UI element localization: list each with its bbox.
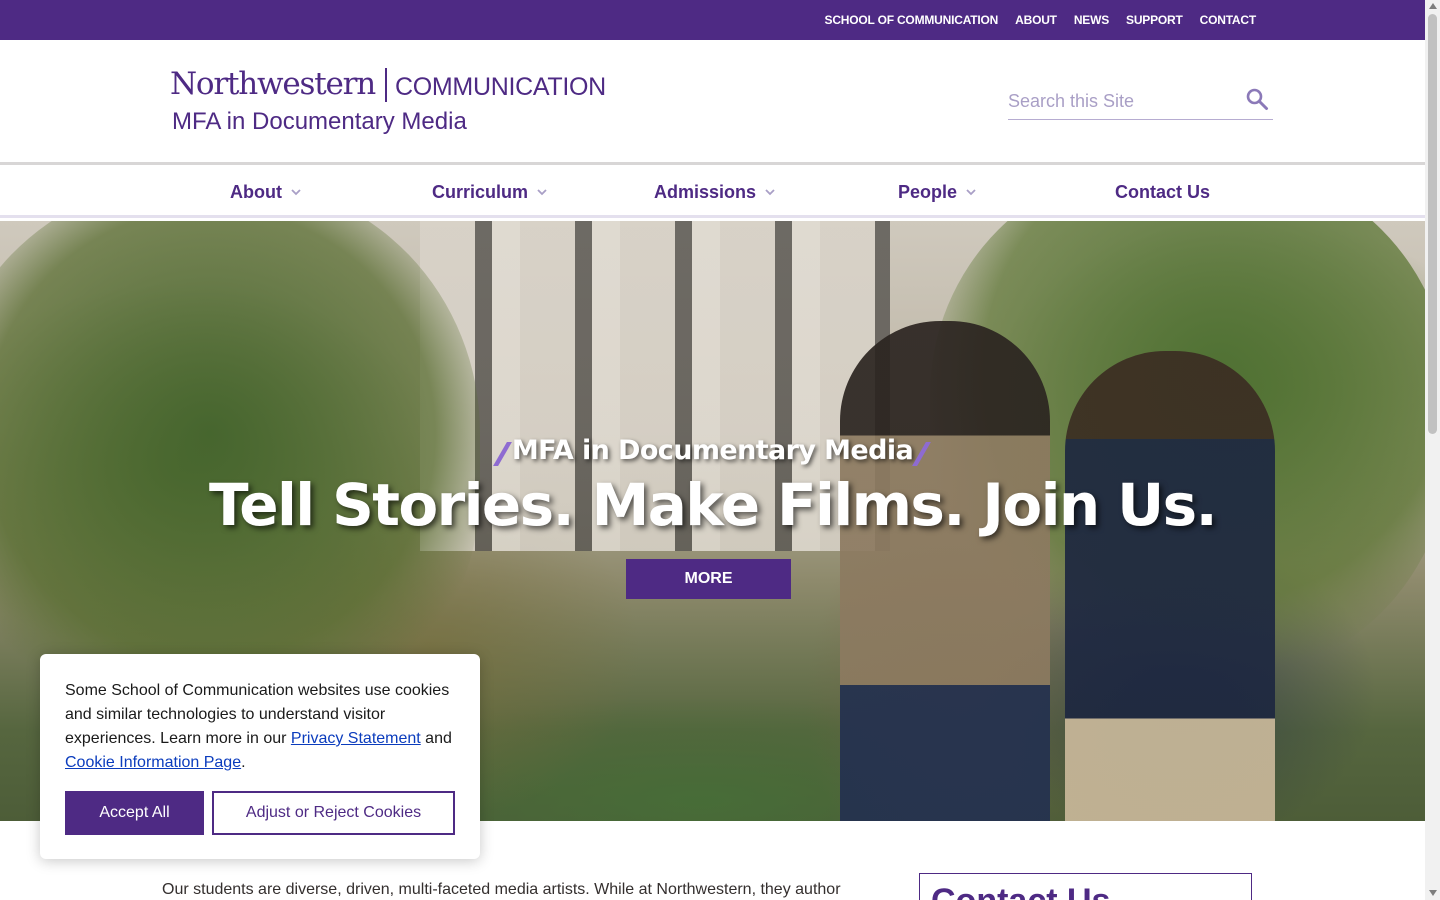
cookie-information-link[interactable]: Cookie Information Page [65, 754, 241, 771]
privacy-statement-link[interactable]: Privacy Statement [291, 730, 421, 747]
nav-item-admissions[interactable]: Admissions [654, 168, 776, 216]
search-icon[interactable] [1245, 87, 1269, 111]
adjust-cookies-button[interactable]: Adjust or Reject Cookies [212, 791, 455, 835]
utility-nav: SCHOOL OF COMMUNICATION ABOUT NEWS SUPPO… [825, 0, 1257, 40]
chevron-down-icon [966, 189, 976, 196]
logo-northwestern-wordmark: Northwestern [170, 66, 376, 102]
chevron-down-icon [291, 189, 301, 196]
hero-photo-student-microphone [1065, 351, 1275, 821]
utility-link-contact[interactable]: CONTACT [1200, 13, 1257, 27]
main-nav: About Curriculum Admissions People Conta… [0, 168, 1425, 218]
hero-title: Tell Stories. Make Films. Join Us. [208, 471, 1218, 539]
page-scrollbar[interactable] [1425, 0, 1440, 900]
chevron-down-icon [765, 189, 775, 196]
chevron-down-icon [537, 189, 547, 196]
hero-photo-student-camera [840, 321, 1050, 821]
logo-program-name: MFA in Documentary Media [172, 108, 467, 135]
intro-paragraph: Our students are diverse, driven, multi-… [162, 881, 841, 898]
cookie-message: Some School of Communication websites us… [65, 679, 460, 775]
nav-item-about[interactable]: About [230, 168, 302, 216]
nav-item-label: People [898, 181, 958, 202]
contact-us-heading: Contact Us [931, 882, 1110, 900]
utility-bar: SCHOOL OF COMMUNICATION ABOUT NEWS SUPPO… [0, 0, 1425, 40]
search-input[interactable] [1008, 88, 1238, 114]
scroll-up-arrow-icon[interactable] [1429, 3, 1437, 9]
cookie-text-end: . [241, 754, 246, 771]
utility-link-news[interactable]: NEWS [1074, 13, 1109, 27]
logo-school-name: COMMUNICATION [395, 73, 606, 101]
hero-kicker: MFA in Documentary Media [511, 435, 914, 466]
site-search [1008, 84, 1273, 120]
nav-item-curriculum[interactable]: Curriculum [432, 168, 548, 216]
logo-divider [385, 68, 387, 102]
nav-item-label: About [230, 181, 282, 202]
nav-item-label: Contact Us [1115, 181, 1211, 202]
scrollbar-thumb[interactable] [1428, 14, 1437, 434]
utility-link-support[interactable]: SUPPORT [1126, 13, 1183, 27]
site-header: Northwestern COMMUNICATION MFA in Docume… [0, 40, 1425, 165]
utility-link-school-of-communication[interactable]: SCHOOL OF COMMUNICATION [825, 13, 999, 27]
contact-us-sidebar: Contact Us [919, 873, 1252, 900]
cookie-banner: Some School of Communication websites us… [40, 654, 480, 859]
scroll-down-arrow-icon[interactable] [1429, 890, 1437, 896]
nav-item-contact-us[interactable]: Contact Us [1115, 168, 1210, 216]
nav-item-label: Admissions [654, 181, 757, 202]
nav-item-people[interactable]: People [898, 168, 977, 216]
accept-all-button[interactable]: Accept All [65, 791, 204, 835]
hero-more-button[interactable]: MORE [626, 559, 791, 599]
utility-link-about[interactable]: ABOUT [1015, 13, 1057, 27]
nav-item-label: Curriculum [432, 181, 529, 202]
cookie-text-and: and [420, 730, 452, 747]
